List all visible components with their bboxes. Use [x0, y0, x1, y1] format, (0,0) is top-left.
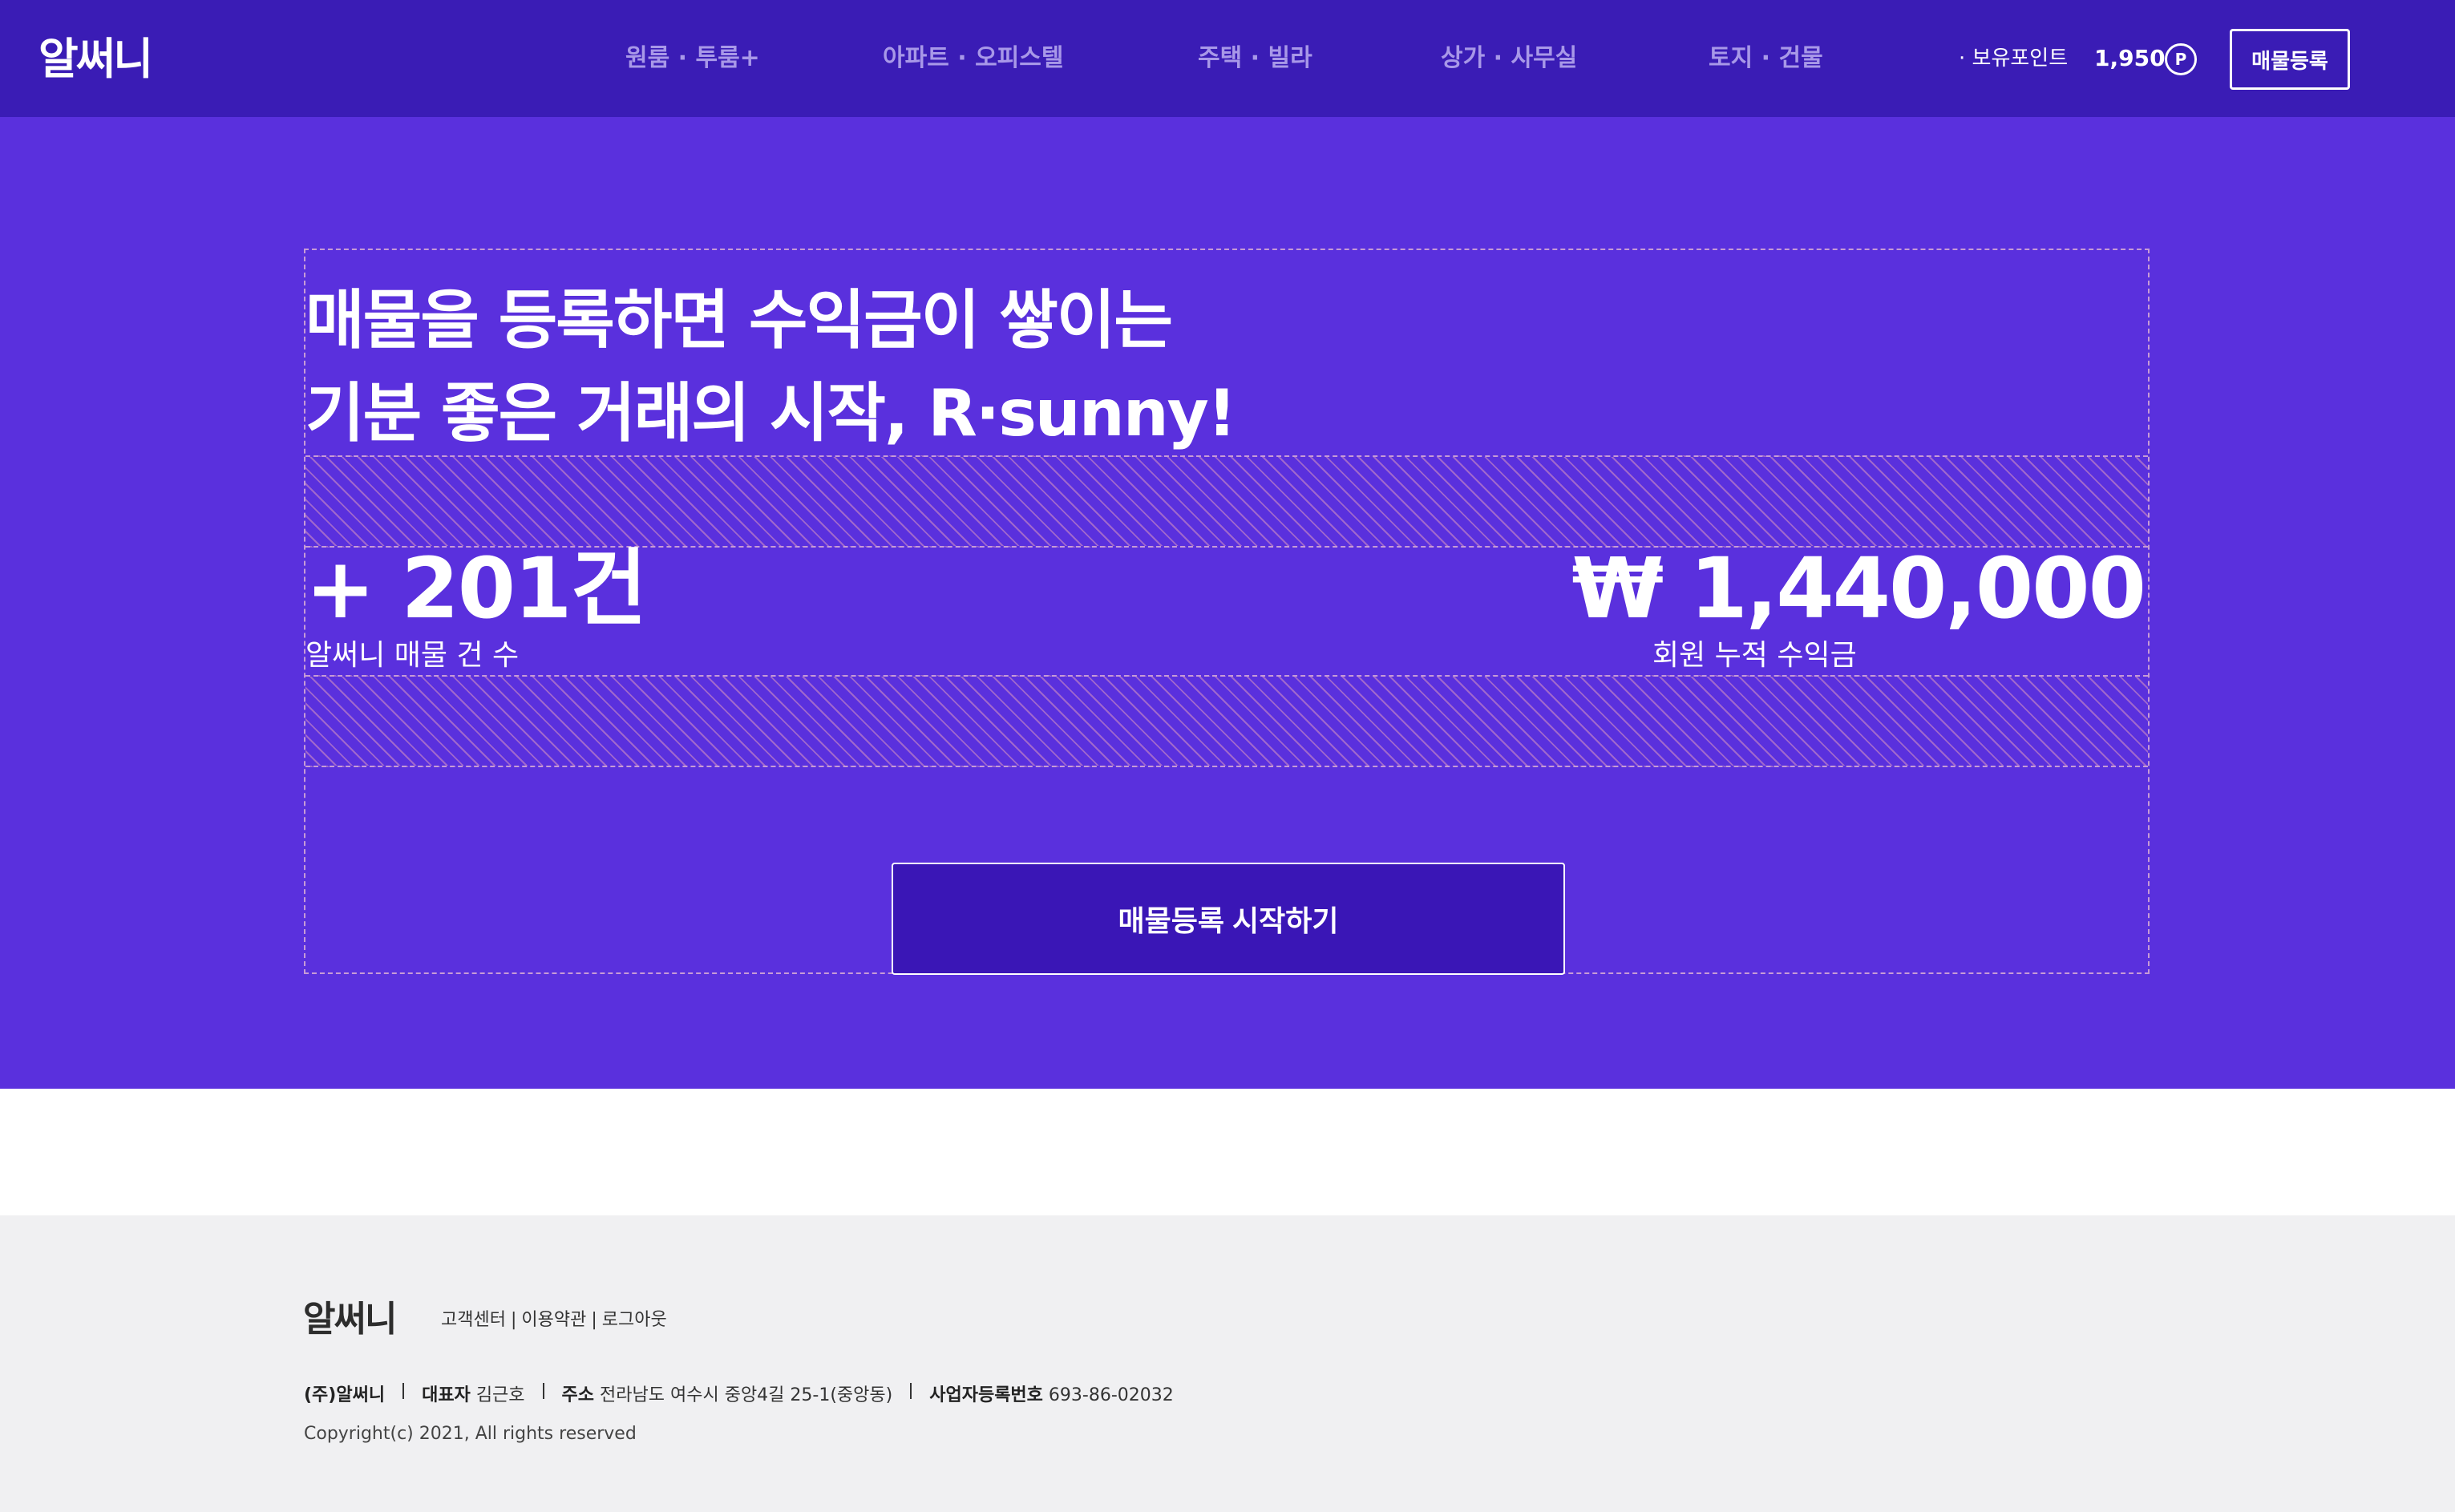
info-divider	[542, 1383, 544, 1399]
cumulative-earnings-label: 회원 누적 수익금	[1652, 639, 1857, 672]
hero-section: 매물을 등록하면 수익금이 쌓이는 기분 좋은 거래의 시작, R·sunny!…	[0, 117, 2455, 1089]
header-register-listing-button[interactable]: 매물등록	[2230, 29, 2350, 90]
ceo-label: 대표자	[422, 1385, 471, 1405]
hero-headline-line-2: 기분 좋은 거래의 시작, R·sunny!	[305, 376, 1236, 451]
listing-count-label: 알써니 매물 건 수	[305, 639, 520, 672]
nav-item-land-building[interactable]: 토지 · 건물	[1709, 40, 1823, 77]
spacer-guide-top	[305, 455, 2148, 548]
point-icon: P	[2165, 43, 2197, 75]
copyright-text: Copyright(c) 2021, All rights reserved	[304, 1424, 637, 1444]
listing-count-value: + 201건	[305, 540, 647, 637]
nav-item-oneroom-tworoom[interactable]: 원룸 · 투룸+	[625, 40, 760, 77]
points-value: 1,950	[2094, 45, 2166, 71]
spacer-guide-bottom	[305, 675, 2148, 767]
hero-headline-line-1: 매물을 등록하면 수익금이 쌓이는	[305, 283, 1173, 358]
footer-link-customer-center[interactable]: 고객센터	[441, 1310, 506, 1330]
cumulative-earnings-value: ₩ 1,440,000	[1571, 540, 2146, 637]
hero-content-container: 매물을 등록하면 수익금이 쌓이는 기분 좋은 거래의 시작, R·sunny!…	[304, 249, 2150, 975]
site-logo[interactable]: 알써니	[38, 32, 153, 87]
top-navigation-bar: 알써니 원룸 · 투룸+ 아파트 · 오피스텔 주택 · 빌라 상가 · 사무실…	[0, 0, 2455, 117]
footer-logo[interactable]: 알써니	[303, 1297, 397, 1342]
business-number-value: 693-86-02032	[1048, 1385, 1174, 1405]
nav-item-apartment-officetel[interactable]: 아파트 · 오피스텔	[883, 40, 1064, 77]
business-number-label: 사업자등록번호	[929, 1385, 1043, 1405]
hero-headline: 매물을 등록하면 수익금이 쌓이는 기분 좋은 거래의 시작, R·sunny!	[305, 274, 2150, 455]
address-value: 전라남도 여수시 중앙4길 25-1(중앙동)	[600, 1385, 893, 1405]
start-listing-registration-button[interactable]: 매물등록 시작하기	[892, 863, 1565, 975]
address-label: 주소	[561, 1385, 595, 1405]
nav-item-store-office[interactable]: 상가 · 사무실	[1441, 40, 1577, 77]
nav-item-house-villa[interactable]: 주택 · 빌라	[1198, 40, 1312, 77]
footer-link-separator: |	[591, 1310, 597, 1330]
points-label: · 보유포인트	[1959, 46, 2069, 71]
company-name: (주)알써니	[304, 1385, 386, 1405]
ceo-name: 김근호	[475, 1385, 525, 1405]
footer-links: 고객센터 | 이용약관 | 로그아웃	[441, 1307, 667, 1334]
info-divider	[402, 1383, 405, 1399]
footer-link-logout[interactable]: 로그아웃	[602, 1310, 667, 1330]
footer-link-terms[interactable]: 이용약관	[521, 1310, 586, 1330]
company-info: (주)알써니 대표자 김근호 주소 전라남도 여수시 중앙4길 25-1(중앙동) 사…	[304, 1382, 1174, 1409]
footer	[0, 1215, 2455, 1512]
footer-link-separator: |	[510, 1310, 517, 1330]
info-divider	[910, 1383, 912, 1399]
